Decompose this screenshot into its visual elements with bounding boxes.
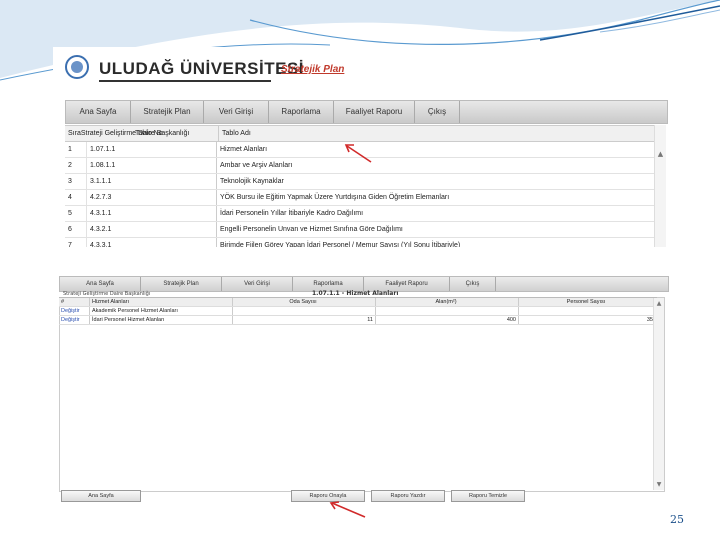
- row-staff: [518, 307, 657, 315]
- row-code: 3.1.1.1: [86, 174, 216, 189]
- site-header: ULUDAĞ ÜNİVERSİTESİ Stratejik Plan: [53, 47, 676, 95]
- row-name: İdari Personel Hizmet Alanları: [89, 316, 232, 324]
- table-row[interactable]: 3 3.1.1.1 Teknolojik Kaynaklar: [65, 174, 654, 190]
- scroll-up-icon[interactable]: ▲: [654, 300, 664, 307]
- row-code: 4.2.7.3: [86, 190, 216, 205]
- row-area: [375, 307, 518, 315]
- nav-raporlama[interactable]: Raporlama: [269, 101, 334, 123]
- header-code: Tablo No: [135, 130, 163, 137]
- row-rooms: [232, 307, 375, 315]
- header-staff-count: Personel Sayısı: [518, 298, 657, 306]
- scroll-up-icon[interactable]: ▲: [655, 150, 666, 158]
- nav-faaliyet-raporu[interactable]: Faaliyet Raporu: [334, 101, 415, 123]
- product-title: Stratejik Plan: [281, 64, 345, 75]
- row-code: 1.07.1.1: [86, 142, 216, 157]
- row-staff: 35: [518, 316, 657, 324]
- table-row: Değiştir Akademik Personel Hizmet Alanla…: [59, 307, 657, 316]
- header-service-areas: Hizmet Alanları: [89, 298, 232, 306]
- header-table-name: Tablo Adı: [218, 126, 654, 141]
- main-nav: Ana Sayfa Stratejik Plan Veri Girişi Rap…: [65, 100, 668, 124]
- row-code: 4.3.1.1: [86, 206, 216, 221]
- clear-report-button[interactable]: Raporu Temizle: [451, 490, 525, 502]
- report-grid: # Hizmet Alanları Oda Sayısı Alan(m²) Pe…: [59, 297, 657, 325]
- grid-header-row: SıraStrateji Geliştirme Daire Başkanlığı…: [65, 125, 654, 142]
- row-code: 1.08.1.1: [86, 158, 216, 173]
- edit-link[interactable]: Değiştir: [59, 316, 89, 324]
- print-report-button[interactable]: Raporu Yazdır: [371, 490, 445, 502]
- nav-ana-sayfa[interactable]: Ana Sayfa: [66, 101, 131, 123]
- row-sira: 6: [68, 226, 72, 233]
- top-screenshot: ULUDAĞ ÜNİVERSİTESİ Stratejik Plan Ana S…: [53, 47, 676, 247]
- row-sira: 4: [68, 194, 72, 201]
- row-code: 4.3.3.1: [86, 238, 216, 247]
- nav-veri-girisi[interactable]: Veri Girişi: [222, 277, 293, 291]
- table-row: Değiştir İdari Personel Hizmet Alanları …: [59, 316, 657, 325]
- row-name-link[interactable]: YÖK Bursu ile Eğitim Yapmak Üzere Yurtdı…: [216, 190, 654, 205]
- university-title: ULUDAĞ ÜNİVERSİTESİ: [99, 59, 305, 78]
- university-seal-icon: [65, 55, 89, 79]
- title-underline: [99, 80, 271, 82]
- row-name-link[interactable]: İdari Personelin Yıllar İtibariyle Kadro…: [216, 206, 654, 221]
- row-name-link[interactable]: Engelli Personelin Unvan ve Hizmet Sınıf…: [216, 222, 654, 237]
- home-button[interactable]: Ana Sayfa: [61, 490, 141, 502]
- header-strategy: SıraStrateji Geliştirme Daire Başkanlığı…: [65, 126, 218, 141]
- grid-scrollbar[interactable]: ▲: [654, 125, 666, 247]
- table-row[interactable]: 7 4.3.3.1 Birimde Fiilen Görev Yapan İdari…: [65, 238, 654, 247]
- bottom-screenshot: Ana Sayfa Stratejik Plan Veri Girişi Rap…: [53, 270, 686, 503]
- table-row[interactable]: 5 4.3.1.1 İdari Personelin Yıllar İtibariy…: [65, 206, 654, 222]
- report-pane: [59, 297, 665, 492]
- scroll-down-icon[interactable]: ▼: [654, 481, 664, 488]
- row-sira: 1: [68, 146, 72, 153]
- header-area: Alan(m²): [375, 298, 518, 306]
- row-area: 400: [375, 316, 518, 324]
- nav-ana-sayfa[interactable]: Ana Sayfa: [60, 277, 141, 291]
- report-scrollbar[interactable]: ▲ ▼: [653, 298, 664, 490]
- nav-cikis[interactable]: Çıkış: [415, 101, 460, 123]
- grid-header-row: # Hizmet Alanları Oda Sayısı Alan(m²) Pe…: [59, 297, 657, 307]
- row-sira: 2: [68, 162, 72, 169]
- nav-cikis[interactable]: Çıkış: [450, 277, 496, 291]
- nav-faaliyet-raporu[interactable]: Faaliyet Raporu: [364, 277, 450, 291]
- header-room-count: Oda Sayısı: [232, 298, 375, 306]
- row-sira: 7: [68, 242, 72, 247]
- row-name-link[interactable]: Ambar ve Arşiv Alanları: [216, 158, 654, 173]
- row-name-link[interactable]: Birimde Fiilen Görev Yapan İdari Persone…: [216, 238, 654, 247]
- nav-veri-girisi[interactable]: Veri Girişi: [204, 101, 269, 123]
- nav-raporlama[interactable]: Raporlama: [293, 277, 364, 291]
- table-row[interactable]: 6 4.3.2.1 Engelli Personelin Unvan ve Hizm…: [65, 222, 654, 238]
- header-sira: Sıra: [68, 130, 81, 137]
- report-caption: 1.07.1.1 - Hizmet Alanları: [312, 290, 399, 297]
- row-name-link[interactable]: Hizmet Alanları: [216, 142, 654, 157]
- row-name-link[interactable]: Teknolojik Kaynaklar: [216, 174, 654, 189]
- row-rooms: 11: [232, 316, 375, 324]
- row-code: 4.3.2.1: [86, 222, 216, 237]
- table-row[interactable]: 4 4.2.7.3 YÖK Bursu ile Eğitim Yapmak Üzer…: [65, 190, 654, 206]
- pointer-arrow-icon: [329, 501, 366, 518]
- edit-link[interactable]: Değiştir: [59, 307, 89, 315]
- row-sira: 5: [68, 210, 72, 217]
- pointer-arrow-icon: [344, 144, 372, 163]
- nav-stratejik-plan[interactable]: Stratejik Plan: [131, 101, 204, 123]
- slide-number: 25: [670, 513, 684, 526]
- header-hash: #: [61, 299, 65, 305]
- row-sira: 3: [68, 178, 72, 185]
- nav-stratejik-plan[interactable]: Stratejik Plan: [141, 277, 222, 291]
- row-name: Akademik Personel Hizmet Alanları: [89, 307, 232, 315]
